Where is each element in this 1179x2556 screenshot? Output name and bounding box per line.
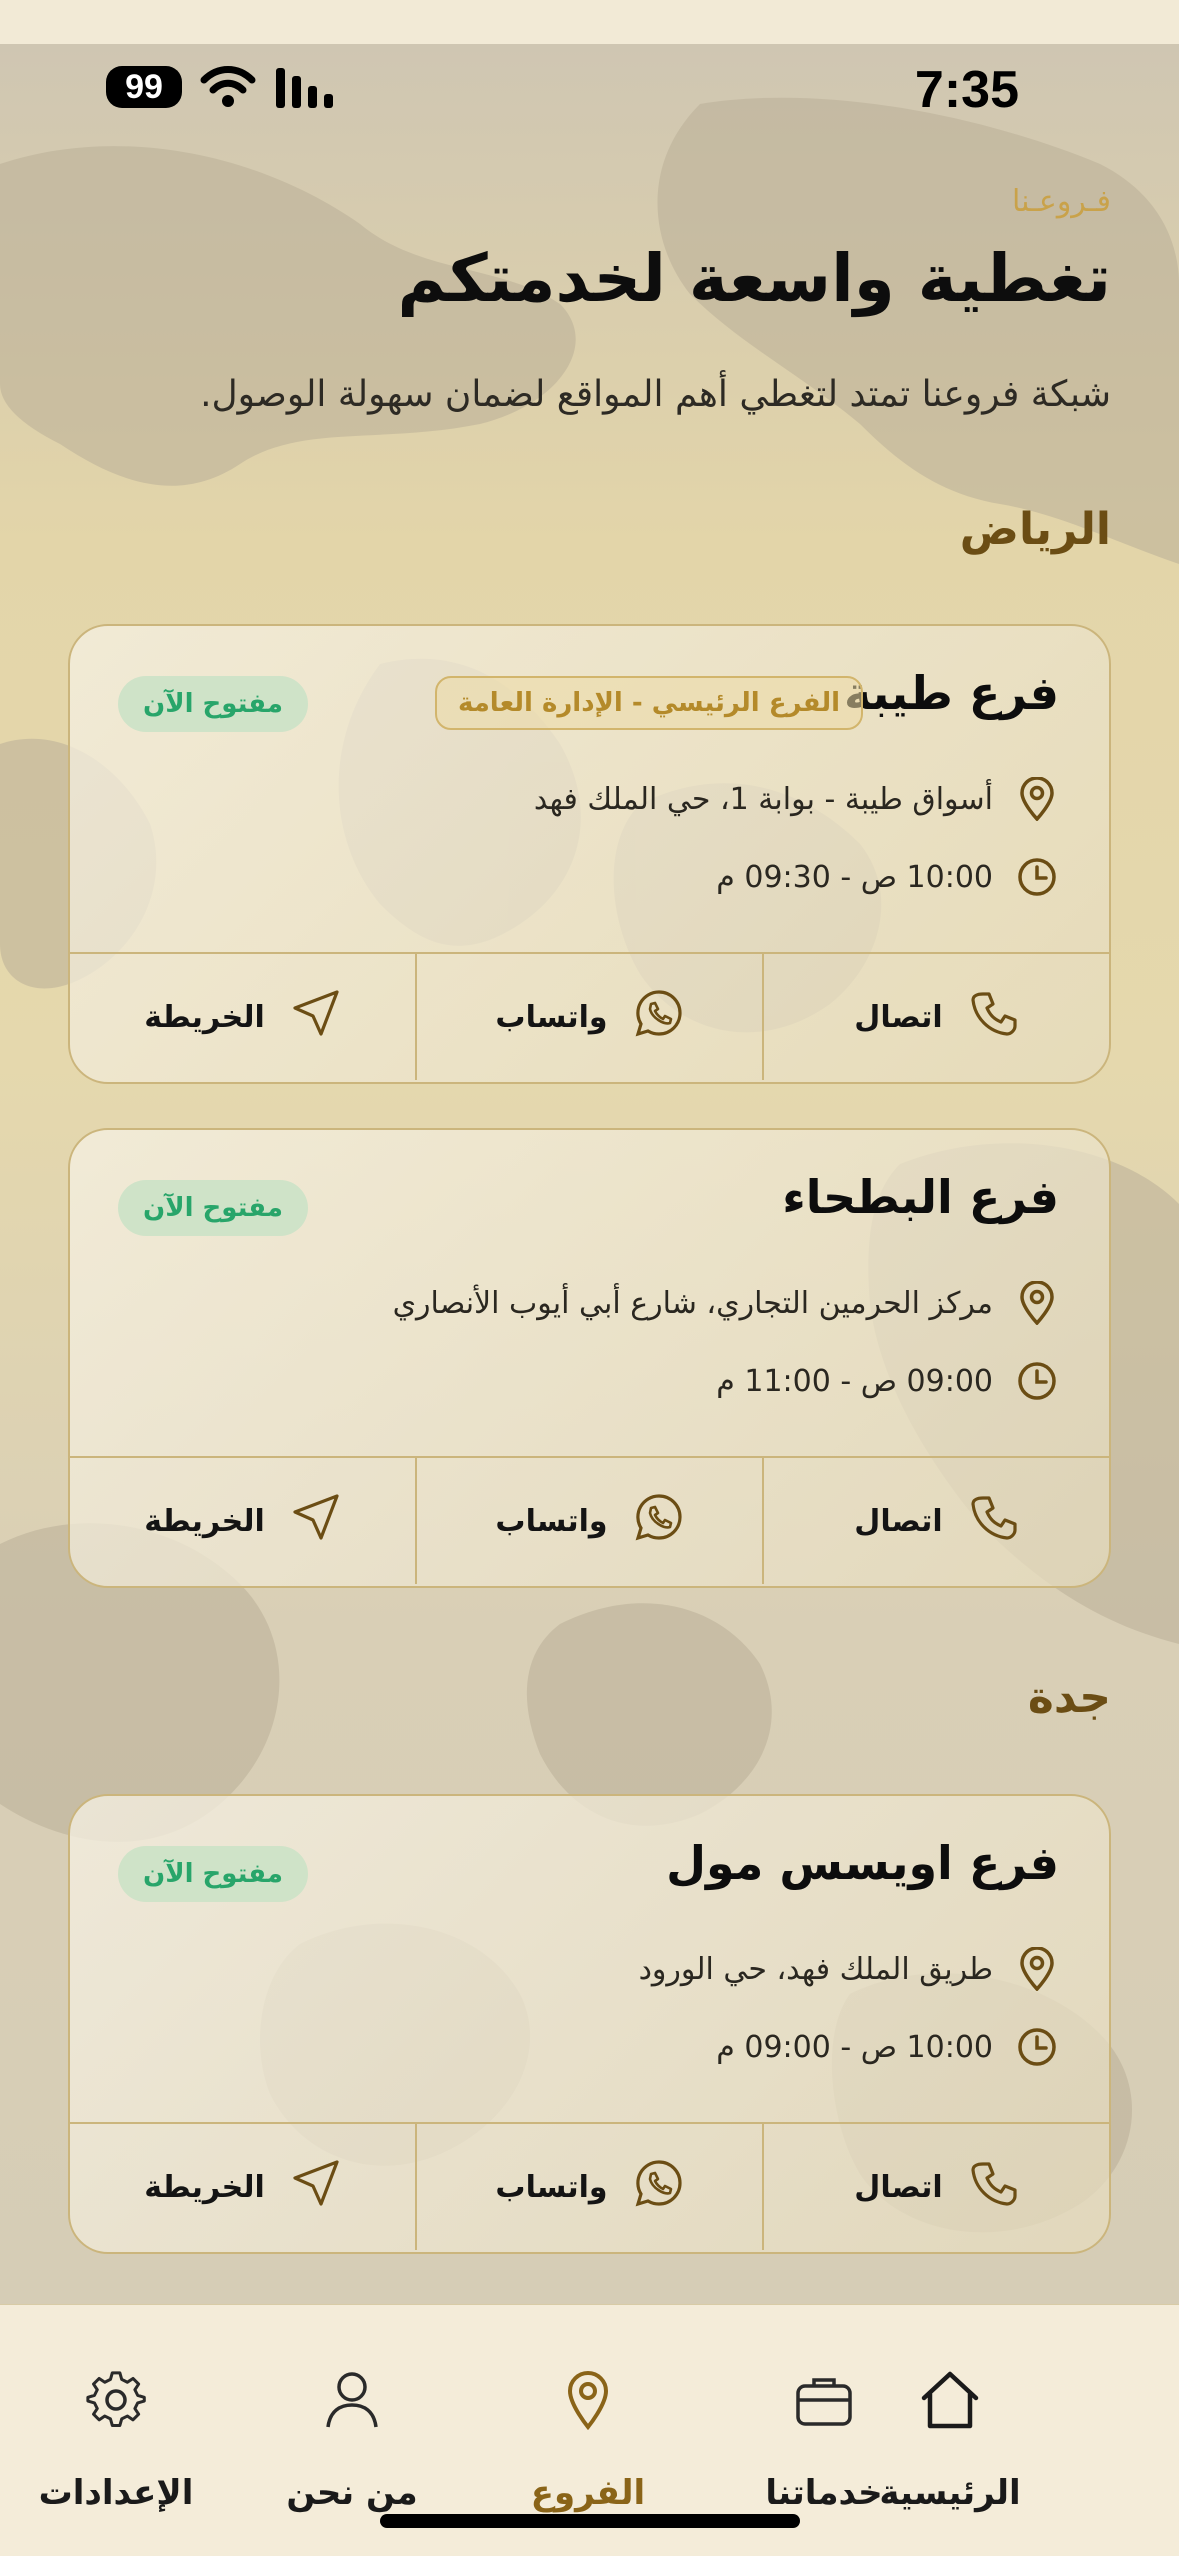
status-badge: مفتوح الآن [118,1180,308,1236]
user-icon [324,2365,380,2435]
headquarters-badge: الفرع الرئيسي - الإدارة العامة [435,676,863,730]
branch-name: فرع طيبة [844,666,1059,720]
clock-icon [1015,2025,1059,2069]
whatsapp-label: واتساب [495,2169,608,2205]
map-button[interactable]: الخريطة [70,2124,415,2250]
call-button[interactable]: اتصال [762,1458,1109,1584]
branch-card: فرع اويسس مول مفتوح الآن طريق الملك فهد،… [68,1794,1111,2254]
location-pin-icon [1015,1281,1059,1325]
branch-actions: اتصال واتساب الخريطة [70,952,1109,1080]
hours-row: 10:00 ص - 09:00 م [716,2022,1059,2072]
address-row: مركز الحرمين التجاري، شارع أبي أيوب الأن… [393,1278,1059,1328]
hours-row: 10:00 ص - 09:30 م [716,852,1059,902]
navigation-arrow-icon [291,1492,341,1550]
whatsapp-button[interactable]: واتساب [415,954,762,1080]
tab-about[interactable]: من نحن [242,2365,462,2513]
branch-card: فرع البطحاء مفتوح الآن مركز الحرمين التج… [68,1128,1111,1588]
branch-hours: 10:00 ص - 09:00 م [716,2029,993,2065]
status-badge: مفتوح الآن [118,1846,308,1902]
tab-services[interactable]: خدماتنا [714,2365,934,2513]
signal-icon [276,68,338,112]
tab-label: خدماتنا [765,2473,883,2513]
phone-icon [969,1492,1019,1550]
status-bar: 99 7:35 [0,44,1179,134]
branch-hours: 10:00 ص - 09:30 م [716,859,993,895]
branch-actions: اتصال واتساب الخريطة [70,1456,1109,1584]
whatsapp-icon [634,1492,684,1550]
top-strip [0,0,1179,44]
branch-name: فرع البطحاء [782,1170,1059,1224]
whatsapp-label: واتساب [495,1503,608,1539]
home-indicator [380,2514,800,2528]
branch-name: فرع اويسس مول [666,1836,1059,1890]
page-subtitle: شبكة فروعنا تمتد لتغطي أهم المواقع لضمان… [200,374,1111,415]
wifi-icon [200,64,256,114]
call-label: اتصال [854,2169,943,2205]
map-label: الخريطة [144,1503,265,1539]
phone-icon [969,988,1019,1046]
call-button[interactable]: اتصال [762,954,1109,1080]
map-label: الخريطة [144,2169,265,2205]
navigation-arrow-icon [291,988,341,1046]
branch-card: فرع طيبة الفرع الرئيسي - الإدارة العامة … [68,624,1111,1084]
call-label: اتصال [854,999,943,1035]
status-time: 7:35 [914,61,1019,119]
status-badge: مفتوح الآن [118,676,308,732]
map-button[interactable]: الخريطة [70,954,415,1080]
tab-settings[interactable]: الإعدادات [6,2365,226,2513]
branch-address: مركز الحرمين التجاري، شارع أبي أيوب الأن… [392,1285,993,1321]
briefcase-icon [794,2365,854,2435]
section-eyebrow: فـروعـنا [1011,184,1111,219]
map-button[interactable]: الخريطة [70,1458,415,1584]
tab-label: الفروع [530,2473,646,2513]
clock-icon [1015,1359,1059,1403]
tab-label: من نحن [286,2473,418,2513]
address-row: أسواق طيبة - بوابة 1، حي الملك فهد [534,774,1059,824]
phone-icon [969,2158,1019,2216]
clock-icon [1015,855,1059,899]
page-title: تغطية واسعة لخدمتكم [397,240,1112,317]
city-heading: جدة [1027,1672,1111,1723]
tab-branches[interactable]: الفروع [478,2365,698,2513]
city-heading: الرياض [959,504,1111,555]
branch-address: طريق الملك فهد، حي الورود [638,1951,993,1987]
map-label: الخريطة [144,999,265,1035]
whatsapp-button[interactable]: واتساب [415,2124,762,2250]
address-row: طريق الملك فهد، حي الورود [639,1944,1059,1994]
branch-address: أسواق طيبة - بوابة 1، حي الملك فهد [533,781,993,817]
battery-indicator: 99 [106,66,182,108]
call-button[interactable]: اتصال [762,2124,1109,2250]
tab-label: الإعدادات [38,2473,194,2513]
whatsapp-icon [634,2158,684,2216]
navigation-arrow-icon [291,2158,341,2216]
whatsapp-icon [634,988,684,1046]
whatsapp-label: واتساب [495,999,608,1035]
branch-hours: 09:00 ص - 11:00 م [716,1363,993,1399]
call-label: اتصال [854,1503,943,1539]
branch-actions: اتصال واتساب الخريطة [70,2122,1109,2250]
hours-row: 09:00 ص - 11:00 م [716,1356,1059,1406]
location-pin-icon [1015,1947,1059,1991]
gear-icon [86,2365,146,2435]
location-pin-icon [565,2365,611,2435]
location-pin-icon [1015,777,1059,821]
whatsapp-button[interactable]: واتساب [415,1458,762,1584]
